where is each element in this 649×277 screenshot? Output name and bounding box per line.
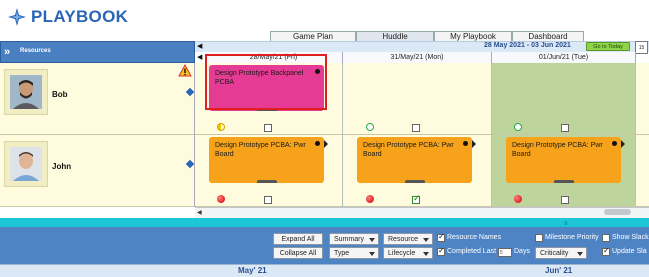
task-card[interactable]: Design Prototype PCBA: Pwr Board xyxy=(209,137,328,183)
continues-arrow-icon xyxy=(621,140,625,148)
today-column-highlight xyxy=(491,63,635,207)
resize-handle[interactable] xyxy=(553,180,574,183)
task-status-dot-icon xyxy=(463,141,468,146)
resource-names-label: Resource Names xyxy=(447,234,502,241)
avatar-frame xyxy=(4,69,48,115)
app-header: PLAYBOOK xyxy=(0,0,649,32)
type-dropdown[interactable]: Type xyxy=(329,247,379,259)
playbook-logo-icon xyxy=(8,8,26,26)
milestone-priority-label: Milestone Priority xyxy=(545,234,599,241)
resources-header: » Resources xyxy=(0,41,195,63)
resize-handle[interactable] xyxy=(404,180,425,183)
task-title: Design Prototype PCBA: Pwr Board xyxy=(512,142,603,158)
playbook-logo[interactable]: PLAYBOOK xyxy=(7,7,128,27)
chevron-down-icon xyxy=(577,252,583,256)
complete-checkbox[interactable] xyxy=(561,124,569,132)
yellow-half-circle-icon xyxy=(217,123,225,131)
red-status-icon xyxy=(514,195,522,203)
avatar-frame xyxy=(4,141,48,187)
update-slack-checkbox[interactable] xyxy=(602,246,610,256)
month-label: May' 21 xyxy=(238,266,267,275)
checkmark-icon: ✓ xyxy=(413,193,421,203)
logo-text: PLAYBOOK xyxy=(31,7,129,26)
prev-day-icon[interactable]: ◀ xyxy=(197,53,202,61)
complete-checkbox-checked[interactable]: ✓ xyxy=(412,193,421,204)
task-card[interactable]: Design Prototype PCBA: Pwr Board xyxy=(506,137,625,183)
warning-icon[interactable] xyxy=(178,64,192,77)
expand-all-button[interactable]: Expand All xyxy=(273,233,323,245)
go-to-today-button[interactable]: Go to Today xyxy=(586,42,630,51)
complete-checkbox[interactable] xyxy=(412,124,420,132)
chevron-down-icon xyxy=(423,252,429,256)
column-divider xyxy=(342,52,343,207)
chevron-down-icon xyxy=(369,252,375,256)
chevron-down-icon xyxy=(369,238,375,242)
continues-arrow-icon xyxy=(324,140,328,148)
resource-dropdown[interactable]: Resource xyxy=(383,233,433,245)
show-slack-label: Show Slack xyxy=(612,234,649,241)
green-ring-icon xyxy=(514,123,522,131)
horizontal-scrollbar[interactable] xyxy=(195,207,649,218)
resource-name: John xyxy=(52,162,72,171)
completed-days-input[interactable]: 5 xyxy=(498,248,512,257)
task-title: Design Prototype PCBA: Pwr Board xyxy=(215,142,306,158)
column-divider xyxy=(635,52,636,207)
panel-splitter[interactable] xyxy=(0,218,649,227)
completed-last-label: Completed Last xyxy=(447,248,497,255)
summary-label: Summary xyxy=(334,236,364,243)
avatar xyxy=(10,147,42,181)
criticality-label: Criticality xyxy=(540,250,569,257)
show-slack-checkbox[interactable] xyxy=(602,234,610,242)
resources-label: Resources xyxy=(20,48,51,54)
day-header: 31/May/21 (Mon) xyxy=(343,52,492,63)
days-label: Days xyxy=(514,248,530,255)
task-status-dot-icon xyxy=(315,141,320,146)
summary-dropdown[interactable]: Summary xyxy=(329,233,379,245)
red-status-icon xyxy=(366,195,374,203)
milestone-priority-checkbox[interactable] xyxy=(535,234,543,242)
complete-checkbox[interactable] xyxy=(561,196,569,204)
task-card[interactable]: Design Prototype PCBA: Pwr Board xyxy=(357,137,476,183)
task-status-dot-icon xyxy=(612,141,617,146)
diamond-icon[interactable] xyxy=(185,159,195,169)
type-label: Type xyxy=(334,250,350,257)
task-title: Design Prototype PCBA: Pwr Board xyxy=(363,142,454,158)
selection-outline xyxy=(205,54,327,110)
continues-arrow-icon xyxy=(472,140,476,148)
complete-checkbox[interactable] xyxy=(264,124,272,132)
resource-label: Resource xyxy=(388,236,418,243)
date-range-bar xyxy=(195,41,649,52)
resource-cell[interactable]: John xyxy=(0,135,195,207)
complete-checkbox[interactable] xyxy=(264,196,272,204)
red-status-icon xyxy=(217,195,225,203)
completed-last-checkbox[interactable] xyxy=(437,246,445,256)
collapse-all-button[interactable]: Collapse All xyxy=(273,247,323,259)
resource-name: Bob xyxy=(52,90,68,99)
date-range-label: 28 May 2021 - 03 Jun 2021 xyxy=(484,42,571,49)
playbook-app: PLAYBOOK Game Plan Huddle My Playbook Da… xyxy=(0,0,649,277)
chevron-down-icon xyxy=(423,238,429,242)
lifecycle-dropdown[interactable]: Lifecycle xyxy=(383,247,433,259)
resize-handle[interactable] xyxy=(256,180,277,183)
day-header: 01/Jun/21 (Tue) xyxy=(492,52,636,63)
scroll-left-icon[interactable]: ◀ xyxy=(197,209,202,216)
avatar xyxy=(10,75,42,109)
lifecycle-label: Lifecycle xyxy=(388,250,416,257)
scrollbar-thumb[interactable] xyxy=(604,209,631,215)
prev-week-icon[interactable]: ◀ xyxy=(197,42,202,50)
resource-names-checkbox[interactable] xyxy=(437,232,445,242)
criticality-dropdown[interactable]: Criticality xyxy=(535,247,587,259)
green-ring-icon xyxy=(366,123,374,131)
double-chevron-right-icon[interactable]: » xyxy=(4,46,10,58)
column-divider xyxy=(491,52,492,207)
resource-cell[interactable]: Bob xyxy=(0,63,195,135)
diamond-icon[interactable] xyxy=(185,87,195,97)
update-slack-label: Update Sla xyxy=(612,248,647,255)
month-label: Jun' 21 xyxy=(545,266,573,275)
calendar-icon[interactable]: 15 xyxy=(635,41,648,54)
